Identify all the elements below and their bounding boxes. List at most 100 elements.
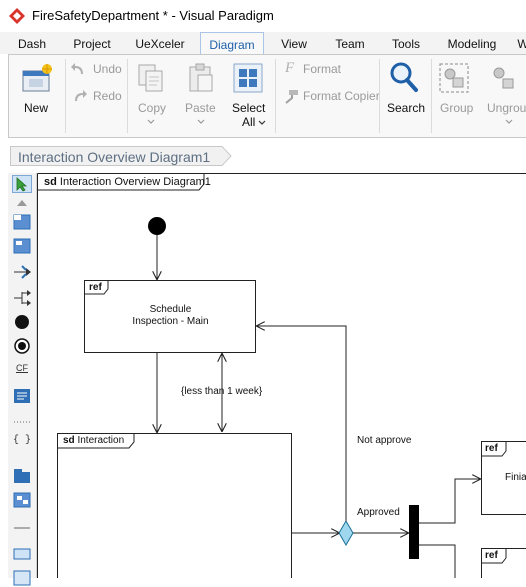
final-node-tool-icon[interactable]: [12, 337, 32, 355]
chevron-down-icon: [505, 119, 513, 125]
paste-button[interactable]: Paste: [181, 59, 221, 131]
search-icon: [389, 61, 419, 93]
search-label: Search: [387, 101, 425, 115]
format-copier-button[interactable]: Format Copier: [283, 88, 383, 106]
guard-less-than-1-week: {less than 1 week}: [181, 386, 262, 397]
ref-schedule-tag: ref: [89, 282, 102, 293]
breadcrumb-bar: Interaction Overview Diagram1: [0, 139, 526, 173]
fork-flow-tool-icon[interactable]: [12, 289, 32, 307]
sd-interaction-tag: sd: [63, 435, 75, 446]
chevron-down-icon: [197, 119, 205, 125]
redo-label: Redo: [93, 89, 122, 103]
select-all-label-line2: All: [242, 115, 255, 129]
new-label: New: [24, 101, 48, 115]
package-tool-icon[interactable]: [12, 467, 32, 485]
breadcrumb-label: Interaction Overview Diagram1: [18, 149, 210, 165]
outer-frame-label: sd Interaction Overview Diagram1: [44, 176, 211, 188]
initial-node-tool-icon[interactable]: [12, 313, 32, 331]
scroll-up-icon[interactable]: [12, 195, 32, 213]
paste-icon: [187, 63, 215, 93]
tab-diagram[interactable]: Diagram: [200, 32, 264, 54]
diagram-toolbar-palette: CF { }: [8, 173, 37, 578]
tab-view[interactable]: View: [276, 32, 312, 54]
ungroup-label: Ungroup: [487, 101, 526, 115]
undo-icon: [71, 62, 87, 76]
visual-paradigm-logo-icon: [9, 8, 25, 24]
ref-schedule-line2: Inspection - Main: [85, 316, 256, 327]
outer-frame-tag: sd: [44, 176, 57, 188]
control-flow-tool-icon[interactable]: [12, 263, 32, 281]
ribbon-separator: [379, 59, 380, 133]
select-all-button[interactable]: Select All: [227, 59, 271, 131]
combined-fragment-tool-icon[interactable]: CF: [12, 363, 32, 381]
sd-interaction-label: sd Interaction: [63, 435, 124, 446]
note-tool-icon[interactable]: [12, 387, 32, 405]
search-button[interactable]: Search: [383, 59, 427, 117]
ungroup-icon: [489, 63, 519, 93]
horizontal-line-tool-icon[interactable]: [12, 519, 32, 537]
ungroup-button[interactable]: Ungroup: [479, 59, 526, 131]
ribbon-tab-bar: Dash Project UeXceler Diagram View Team …: [0, 32, 526, 54]
group-icon: [439, 63, 469, 93]
new-button[interactable]: New: [17, 59, 57, 117]
initial-node: [148, 217, 166, 235]
ref-lower-tag: ref: [485, 550, 498, 561]
pointer-arrow-icon: [15, 177, 30, 192]
fork-bar: [409, 505, 419, 559]
window-title: FireSafetyDepartment * - Visual Paradigm: [32, 8, 274, 23]
ribbon-toolbar: New Undo Redo Copy Paste: [8, 54, 526, 138]
tab-project[interactable]: Project: [70, 32, 114, 54]
ref-finial-text: Finial: [505, 472, 526, 483]
constraint-tool-icon[interactable]: { }: [12, 435, 32, 453]
decision-node: [339, 521, 353, 545]
outer-frame-name: Interaction Overview Diagram1: [60, 176, 211, 188]
group-button[interactable]: Group: [435, 59, 475, 117]
undo-label: Undo: [93, 62, 122, 76]
flow-fork-to-lower: [419, 545, 455, 578]
select-all-label-line1: Select: [232, 101, 265, 115]
redo-button[interactable]: Redo: [71, 88, 127, 106]
tab-dash[interactable]: Dash: [14, 32, 50, 54]
diagram-drawing: [37, 173, 526, 578]
format-button[interactable]: F Format: [283, 61, 363, 79]
tab-uexceler[interactable]: UeXceler: [134, 32, 186, 54]
separator-line-icon: [12, 413, 32, 431]
format-label: Format: [303, 62, 341, 76]
ribbon-separator: [275, 59, 276, 133]
redo-icon: [71, 89, 87, 103]
undo-button[interactable]: Undo: [71, 61, 127, 79]
selector-tool[interactable]: [12, 175, 32, 193]
new-diagram-icon: [21, 63, 53, 93]
chevron-down-icon: [147, 119, 155, 125]
guard-approved: Approved: [357, 507, 400, 518]
sd-interaction-name: Interaction: [77, 435, 124, 446]
sd-interaction-frame: [58, 434, 292, 579]
copy-icon: [137, 63, 165, 93]
diagram-overview-tool-icon[interactable]: [12, 491, 32, 509]
group-label: Group: [440, 101, 473, 115]
tab-team[interactable]: Team: [332, 32, 368, 54]
ref-finial-tag: ref: [485, 443, 498, 454]
tab-window[interactable]: W: [516, 32, 526, 54]
guard-not-approve: Not approve: [355, 435, 413, 446]
copy-button[interactable]: Copy: [133, 59, 169, 131]
select-all-icon: [233, 63, 263, 93]
format-copier-icon: [283, 89, 299, 104]
tab-modeling[interactable]: Modeling: [444, 32, 500, 54]
interaction-frame-tool-icon[interactable]: [12, 213, 32, 231]
image-tool-icon[interactable]: [12, 569, 32, 587]
format-icon: F: [285, 60, 294, 77]
copy-label: Copy: [138, 101, 166, 115]
paste-label: Paste: [185, 101, 216, 115]
ref-schedule-line1: Schedule: [85, 304, 256, 315]
diagram-canvas[interactable]: sd Interaction Overview Diagram1 ref Sch…: [37, 173, 526, 578]
ribbon-separator: [431, 59, 432, 133]
interaction-use-tool-icon[interactable]: [12, 237, 32, 255]
chevron-down-icon: [258, 120, 266, 126]
title-bar: FireSafetyDepartment * - Visual Paradigm: [0, 0, 526, 32]
ribbon-separator: [127, 59, 128, 133]
rectangle-tool-icon[interactable]: [12, 545, 32, 563]
ribbon-separator: [65, 59, 66, 133]
tab-tools[interactable]: Tools: [388, 32, 424, 54]
flow-fork-to-finial: [419, 479, 480, 523]
